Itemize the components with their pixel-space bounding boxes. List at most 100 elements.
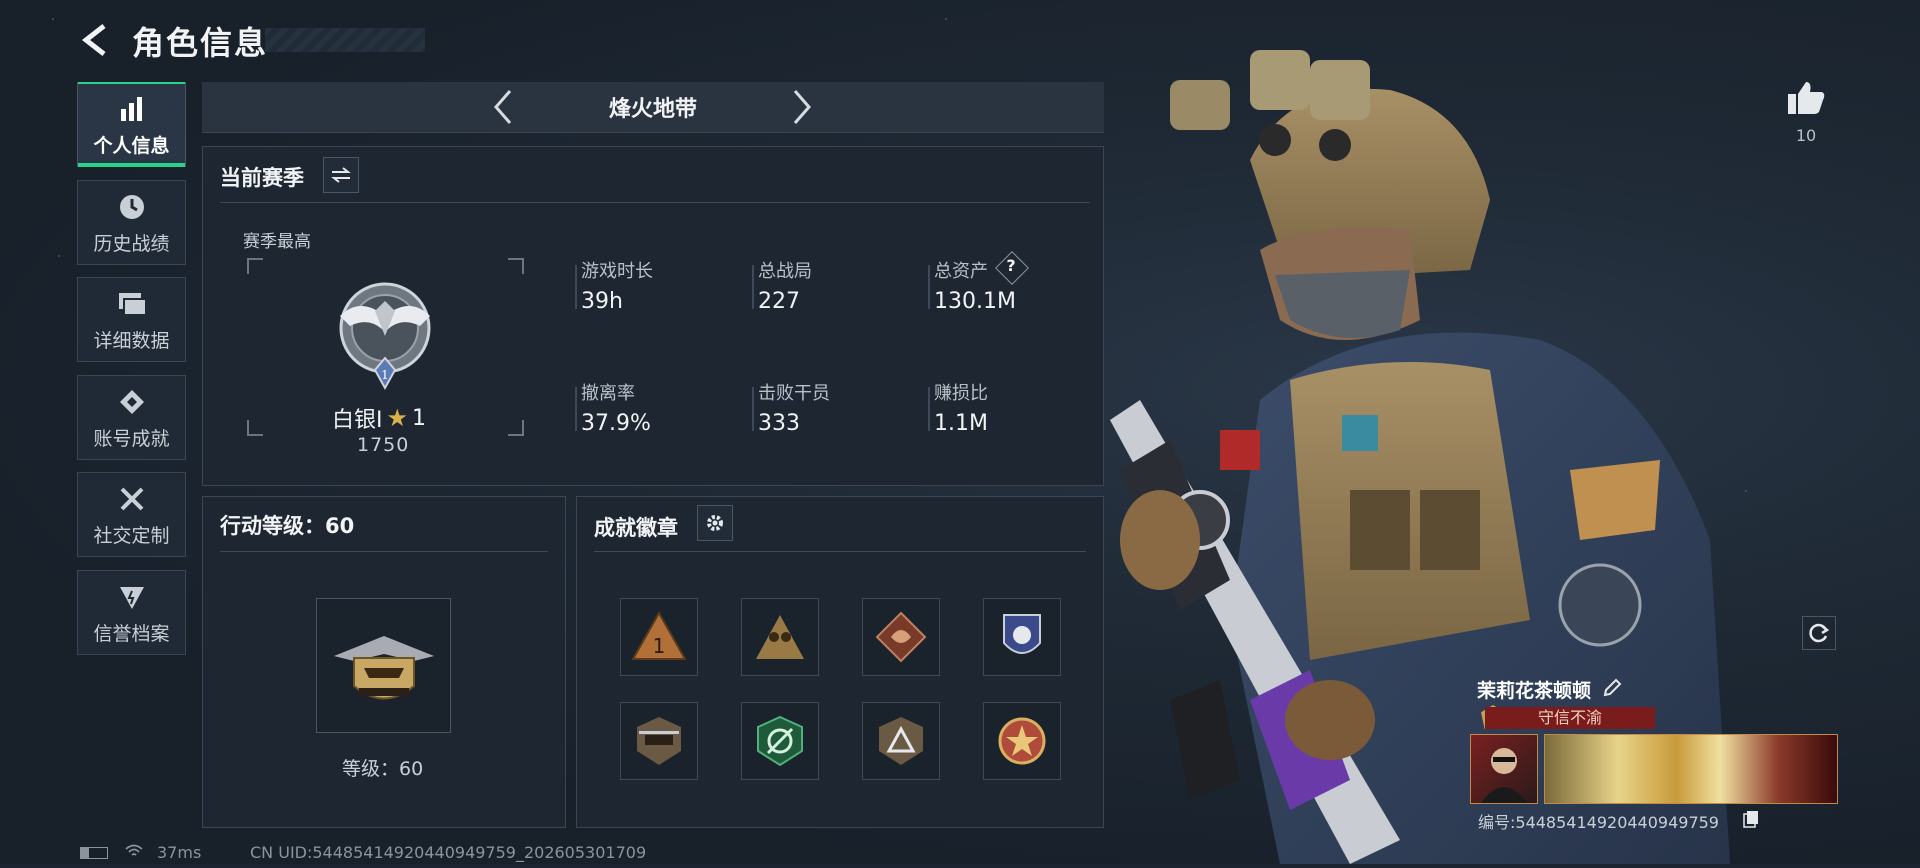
helicopter-badge-icon bbox=[637, 717, 681, 765]
frame-corner bbox=[247, 420, 263, 436]
stat-label: 撤离率 bbox=[581, 383, 635, 404]
wifi-icon bbox=[124, 843, 144, 863]
stat-label: 击败干员 bbox=[758, 383, 830, 404]
player-id: 编号:5448541492044094975​9 bbox=[1478, 813, 1719, 832]
tools-icon bbox=[116, 483, 148, 515]
sidebar-item-details[interactable]: 详细数据 bbox=[77, 277, 186, 362]
stat-label: 总战局 bbox=[758, 261, 812, 282]
help-icon[interactable]: ? bbox=[1002, 256, 1020, 275]
shield-icon bbox=[116, 581, 148, 613]
achievements-settings-button[interactable] bbox=[697, 505, 733, 541]
refresh-button[interactable] bbox=[1802, 616, 1836, 650]
thumbs-up-icon[interactable] bbox=[1786, 80, 1826, 120]
grid-mark bbox=[945, 18, 947, 20]
stat-value: 37.9% bbox=[581, 411, 651, 436]
divider bbox=[220, 202, 1090, 203]
divider bbox=[220, 551, 548, 552]
player-avatar[interactable] bbox=[1470, 734, 1538, 804]
gear-icon bbox=[707, 515, 723, 531]
stat-divider bbox=[575, 265, 577, 309]
stat-divider bbox=[928, 387, 930, 431]
grid-mark bbox=[58, 255, 60, 257]
sidebar-item-label: 详细数据 bbox=[93, 330, 170, 352]
achievement-badge[interactable] bbox=[620, 702, 698, 780]
sidebar-item-history[interactable]: 历史战绩 bbox=[77, 180, 186, 265]
star-badge-icon bbox=[998, 717, 1046, 765]
grid-mark bbox=[52, 18, 54, 20]
crosshair-badge-icon bbox=[757, 715, 803, 767]
like-count: 10 bbox=[1795, 126, 1817, 145]
police-badge-icon bbox=[1003, 614, 1041, 654]
player-banner[interactable] bbox=[1544, 734, 1838, 804]
stat-divider bbox=[752, 265, 754, 309]
bar-chart-icon bbox=[116, 93, 148, 125]
rank-stars: 1 bbox=[412, 405, 427, 431]
stat-divider bbox=[752, 387, 754, 431]
achievement-badge[interactable] bbox=[862, 598, 940, 676]
svg-text:1: 1 bbox=[381, 368, 389, 382]
diamond-icon bbox=[116, 386, 148, 418]
player-title-tag: 守信不渝 bbox=[1485, 707, 1655, 729]
dragon-badge-icon bbox=[875, 611, 927, 663]
operation-level-text: 等级：60 bbox=[342, 758, 424, 780]
season-title: 当前赛季 bbox=[220, 166, 304, 190]
triangle-mark-badge-icon bbox=[879, 717, 923, 765]
title-decoration bbox=[265, 28, 425, 52]
copy-icon[interactable] bbox=[1743, 810, 1759, 832]
clock-icon bbox=[116, 191, 148, 223]
operation-level-title: 行动等级：60 bbox=[220, 514, 355, 538]
sidebar-item-label: 历史战绩 bbox=[93, 233, 170, 255]
sidebar-item-label: 社交定制 bbox=[93, 525, 170, 547]
stat-label: 游戏时长 bbox=[581, 261, 653, 282]
helicopter-emblem-icon bbox=[316, 598, 451, 733]
swap-season-button[interactable] bbox=[323, 157, 359, 193]
stat-value: 1.1M bbox=[934, 411, 988, 436]
stat-value: 227 bbox=[758, 289, 800, 314]
sidebar-item-label: 信誉档案 bbox=[93, 623, 170, 645]
svg-text:1: 1 bbox=[653, 634, 666, 658]
edit-name-icon[interactable] bbox=[1602, 678, 1622, 702]
sidebar-item-social[interactable]: 社交定制 bbox=[77, 472, 186, 557]
achievement-badge[interactable]: 1 bbox=[620, 598, 698, 676]
page-title: 角色信息 bbox=[132, 24, 269, 62]
refresh-icon bbox=[1809, 623, 1830, 643]
sidebar-item-reputation[interactable]: 信誉档案 bbox=[77, 570, 186, 655]
frame-corner bbox=[247, 258, 263, 274]
sidebar-item-label: 个人信息 bbox=[93, 135, 170, 157]
achievement-badge[interactable] bbox=[983, 598, 1061, 676]
star-icon: ★ bbox=[386, 404, 409, 432]
uid-text: CN UID:54485414920440949759_202605301709 bbox=[250, 843, 647, 862]
season-subtitle: 赛季最高 bbox=[243, 232, 311, 252]
chevron-right-icon[interactable] bbox=[782, 82, 822, 132]
stat-value: 130.1M bbox=[934, 289, 1016, 314]
stat-label: 赚损比 bbox=[934, 383, 988, 404]
sidebar-item-personal-info[interactable]: 个人信息 bbox=[77, 82, 186, 167]
achievement-badge[interactable] bbox=[741, 702, 819, 780]
mode-title: 烽火地带 bbox=[608, 97, 697, 122]
sidebar-item-achievements[interactable]: 账号成就 bbox=[77, 375, 186, 460]
stat-divider bbox=[928, 265, 930, 309]
ping-value: 37ms bbox=[157, 843, 202, 862]
rank-points: 1750 bbox=[357, 434, 410, 456]
frame-corner bbox=[508, 420, 524, 436]
back-arrow-icon[interactable] bbox=[78, 22, 114, 58]
player-name: 茉莉花茶顿顿 bbox=[1477, 680, 1592, 702]
stat-value: 39h bbox=[581, 289, 623, 314]
battery-icon bbox=[80, 847, 108, 859]
sidebar-item-label: 账号成就 bbox=[93, 428, 170, 450]
achievement-badge[interactable] bbox=[862, 702, 940, 780]
folder-icon bbox=[116, 288, 148, 320]
stat-label: 总资产 bbox=[934, 261, 988, 282]
achievement-badge[interactable] bbox=[983, 702, 1061, 780]
rank-label: 白银I ★ 1 bbox=[332, 402, 426, 434]
frame-corner bbox=[508, 258, 524, 274]
rank-name: 白银I bbox=[332, 408, 383, 433]
achievement-badge[interactable] bbox=[741, 598, 819, 676]
stat-value: 333 bbox=[758, 411, 800, 436]
soldiers-badge-icon bbox=[756, 615, 804, 659]
triangle-badge-icon: 1 bbox=[631, 610, 687, 660]
rank-emblem-icon: 1 bbox=[330, 276, 440, 398]
achievements-title: 成就徽章 bbox=[594, 516, 678, 540]
divider bbox=[594, 551, 1086, 552]
stat-divider bbox=[575, 387, 577, 431]
